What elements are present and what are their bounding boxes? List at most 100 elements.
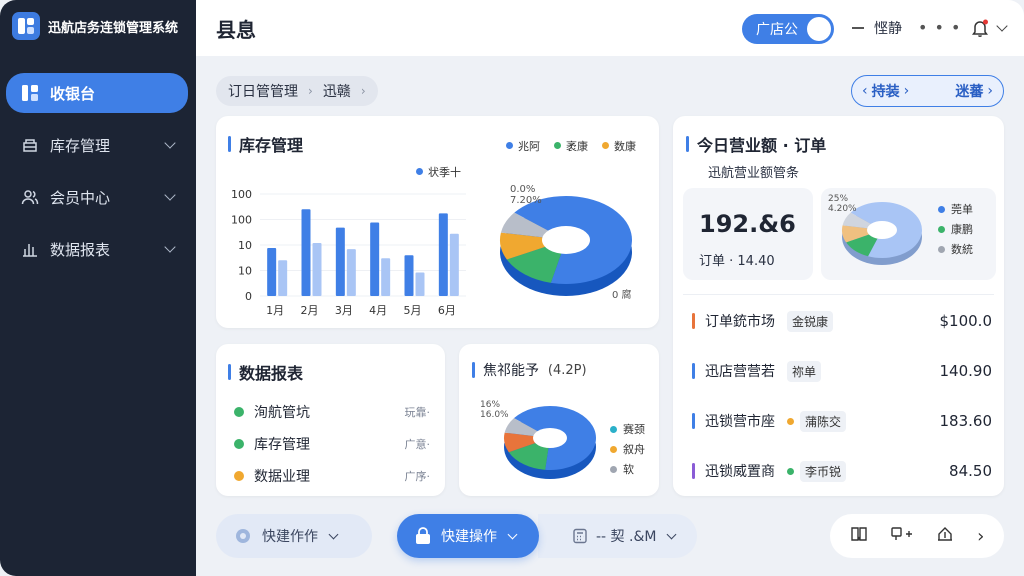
- y-tick-label: 100: [231, 188, 252, 201]
- bar: [301, 209, 311, 296]
- order-count: 订单 · 14.40: [699, 254, 775, 269]
- chevron-down-icon[interactable]: [996, 20, 1008, 32]
- y-tick-label: 0: [245, 290, 252, 303]
- y-tick-label: 10: [238, 239, 252, 252]
- calculator-icon: [572, 528, 588, 544]
- sidebar-nav: 收银台 库存管理 会员中心 数据报表: [6, 73, 188, 281]
- donut-hole: [867, 221, 897, 239]
- user-name: 悭静: [874, 21, 902, 37]
- x-tick-label: 4月: [369, 304, 387, 317]
- bar: [267, 248, 277, 296]
- bar: [346, 249, 356, 296]
- gear-icon: [234, 527, 252, 545]
- bar: [404, 255, 414, 296]
- y-tick-label: 100: [231, 214, 252, 227]
- brand[interactable]: 迅航店务连锁管理系统: [12, 12, 178, 40]
- pie-label: 25% 4.20%: [828, 194, 857, 214]
- bar: [312, 242, 322, 296]
- bar: [335, 227, 345, 296]
- chevron-right-icon[interactable]: ›: [977, 526, 984, 547]
- pie-label: 0.0% 7.20%: [510, 184, 542, 206]
- dashboard-icon: [20, 83, 40, 103]
- revenue-card-title: 今日营业额 · 订单: [686, 132, 826, 156]
- brand-logo-icon: [12, 12, 40, 40]
- members-icon: [20, 187, 40, 207]
- sales-pie-chart: [504, 406, 596, 479]
- revenue-amount: 192.&6: [699, 210, 796, 238]
- more-icon[interactable]: • • •: [918, 18, 961, 37]
- lock-icon: [415, 527, 431, 545]
- sidebar-item-label: 数据报表: [50, 240, 111, 259]
- quick-action-primary-button[interactable]: 快建操作: [397, 514, 539, 558]
- report-card-title: 数据报表: [228, 360, 303, 384]
- x-tick-label: 2月: [301, 304, 319, 317]
- x-tick-label: 3月: [335, 304, 353, 317]
- chevron-down-icon[interactable]: [164, 189, 176, 201]
- inventory-bar-chart: 0 10 10 100 100 1月 2月 3月 4月 5月 6月: [231, 188, 466, 317]
- pie-label: 16% 16.0%: [480, 400, 509, 420]
- ranking-row[interactable]: 迅店营营若 祢单 140.90: [692, 359, 992, 383]
- user-menu[interactable]: 悭静: [852, 18, 902, 38]
- breadcrumb-item[interactable]: 迅赣: [323, 81, 351, 101]
- app-frame: 迅航店务连锁管理系统 收银台 库存管理 会员中心 数据报表 县息 广店公 悭静 …: [0, 0, 1024, 576]
- bar: [415, 272, 425, 296]
- pie-label: 0 腐: [612, 290, 632, 301]
- book-icon[interactable]: [850, 525, 868, 547]
- x-tick-label: 6月: [438, 304, 456, 317]
- pager: ‹ 持装 › 迷蕃 ›: [851, 75, 1004, 107]
- breadcrumb: 订日管管理 › 迅赣 ›: [216, 76, 378, 106]
- chevron-down-icon: [507, 529, 518, 539]
- chevron-down-icon: [328, 529, 339, 539]
- sales-pie-legend: 赛颈 叙舟 软: [610, 420, 645, 480]
- sidebar-item-reports[interactable]: 数据报表: [6, 229, 188, 269]
- ranking-row[interactable]: 订单銃市场 金锐康 $100.0: [692, 309, 992, 333]
- revenue-kpi: 192.&6 订单 · 14.40: [683, 188, 813, 280]
- breadcrumb-item[interactable]: 订日管管理: [228, 81, 298, 101]
- top-bar: 县息 广店公 悭静 • • •: [196, 0, 1024, 56]
- bar: [381, 258, 391, 296]
- sidebar-item-members[interactable]: 会员中心: [6, 177, 188, 217]
- list-item[interactable]: 数据业理 广序·: [234, 466, 430, 486]
- y-tick-label: 10: [238, 265, 252, 278]
- list-item[interactable]: 库存管理 广意·: [234, 434, 430, 454]
- donut-hole: [533, 428, 567, 448]
- revenue-subtitle: 迅航营业额管条: [708, 166, 800, 181]
- ranking-row[interactable]: 迅锁威置商 李币锐 84.50: [692, 459, 992, 483]
- sidebar-item-label: 收银台: [50, 84, 96, 103]
- minus-icon: [852, 27, 864, 29]
- toggle-knob: [807, 17, 831, 41]
- toolbar-actions: ›: [830, 514, 1004, 558]
- revenue-pie-legend: 莞单 康鹏 数統: [938, 200, 973, 260]
- upload-icon[interactable]: [936, 525, 954, 547]
- chevron-down-icon[interactable]: [164, 241, 176, 253]
- bell-icon[interactable]: [970, 18, 990, 38]
- list-item[interactable]: 洵航管坑 玩靠·: [234, 402, 430, 422]
- store-toggle[interactable]: 广店公: [742, 14, 834, 44]
- donut-hole: [542, 226, 590, 254]
- brand-name: 迅航店务连锁管理系统: [48, 20, 179, 36]
- bar: [278, 260, 288, 296]
- sidebar-item-inventory[interactable]: 库存管理: [6, 125, 188, 165]
- inventory-icon: [20, 135, 40, 155]
- ranking-row[interactable]: 迅锁营市座 蒲陈交 183.60: [692, 409, 992, 433]
- bar: [370, 222, 380, 296]
- chevron-down-icon[interactable]: [164, 137, 176, 149]
- pager-prev-button[interactable]: ‹ 持装 ›: [862, 81, 909, 101]
- pager-next-button[interactable]: 迷蕃 ›: [955, 81, 993, 101]
- quick-action-button[interactable]: 快建作作: [216, 514, 372, 558]
- sidebar-item-cashier[interactable]: 收银台: [6, 73, 188, 113]
- x-tick-label: 1月: [266, 304, 284, 317]
- chevron-right-icon: ›: [360, 84, 366, 98]
- page-title: 县息: [216, 18, 256, 42]
- chevron-down-icon: [667, 529, 677, 539]
- add-icon[interactable]: [891, 525, 913, 547]
- sales-card-title: 焦祁能予 (4.2P): [472, 360, 587, 380]
- bar: [449, 233, 459, 296]
- chevron-right-icon: ›: [308, 84, 313, 98]
- sidebar: 迅航店务连锁管理系统 收银台 库存管理 会员中心 数据报表: [0, 0, 196, 576]
- pie-legend: 兆阿 袤康 数康: [506, 138, 636, 154]
- report-icon: [20, 239, 40, 259]
- sidebar-item-label: 会员中心: [50, 188, 111, 207]
- store-toggle-label: 广店公: [756, 22, 798, 38]
- quick-action-secondary[interactable]: -- 契 .&M: [538, 514, 697, 558]
